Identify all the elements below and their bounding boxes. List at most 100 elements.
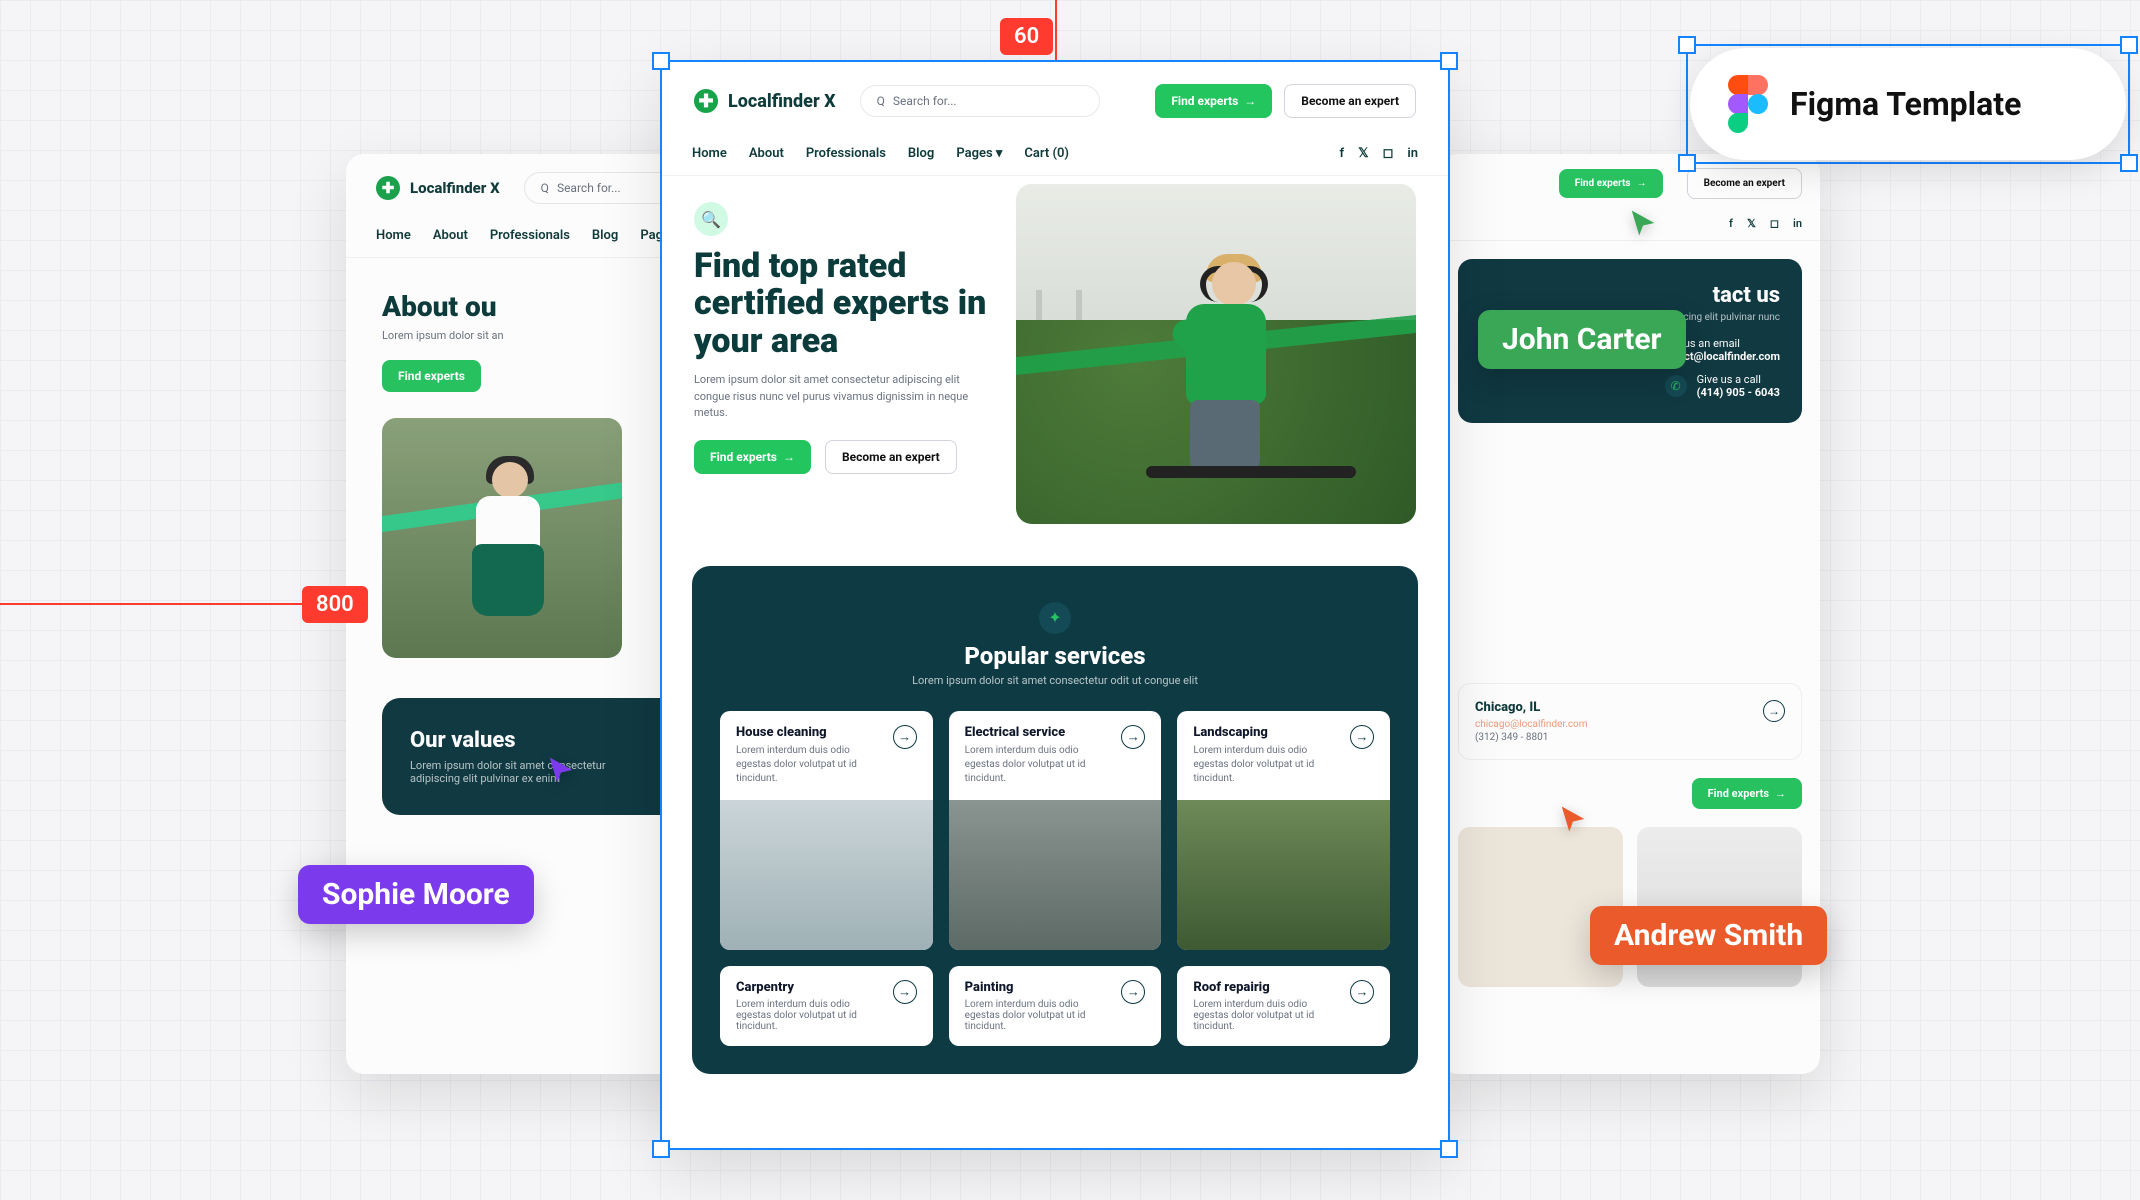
service-title: Painting (965, 980, 1112, 995)
service-card-painting[interactable]: Painting Lorem interdum duis odio egesta… (949, 966, 1162, 1046)
service-desc: Lorem interdum duis odio egestas dolor v… (736, 744, 883, 786)
figma-pill-label: Figma Template (1790, 85, 2021, 123)
arrow-right-icon[interactable]: → (1121, 725, 1145, 749)
arrow-right-icon: → (1637, 178, 1647, 189)
service-image (720, 800, 933, 950)
service-desc: Lorem interdum duis odio egestas dolor v… (736, 999, 883, 1032)
arrow-right-icon[interactable]: → (1350, 725, 1374, 749)
arrow-right-icon[interactable]: → (893, 980, 917, 1004)
location-phone: (312) 349 - 8801 (1475, 732, 1588, 743)
service-desc: Lorem interdum duis odio egestas dolor v… (965, 744, 1112, 786)
instagram-icon[interactable]: ◻ (1770, 217, 1779, 230)
arrow-right-icon: → (1775, 787, 1786, 800)
nav-home[interactable]: Home (376, 228, 411, 243)
twitter-icon[interactable]: 𝕏 (1358, 146, 1368, 161)
linkedin-icon[interactable]: in (1407, 146, 1418, 161)
measurement-badge-top: 60 (1000, 18, 1053, 55)
nav-pages[interactable]: Pages ▾ (956, 146, 1002, 161)
collaborator-cursor-sophie: Sophie Moore (298, 835, 534, 924)
collaborator-label: Andrew Smith (1590, 906, 1827, 965)
become-expert-button[interactable]: Become an expert (1687, 168, 1802, 199)
nav-home[interactable]: Home (692, 146, 727, 161)
location-card[interactable]: Chicago, IL chicago@localfinder.com (312… (1458, 683, 1802, 760)
arrow-right-icon: → (1244, 94, 1256, 108)
service-title: Carpentry (736, 980, 883, 995)
nav-professionals[interactable]: Professionals (490, 228, 570, 243)
brand-text: Localfinder X (728, 91, 836, 112)
brand[interactable]: ✚ Localfinder X (376, 176, 500, 200)
nav-blog[interactable]: Blog (592, 228, 618, 243)
service-card-house-cleaning[interactable]: House cleaning Lorem interdum duis odio … (720, 711, 933, 950)
arrow-right-icon[interactable]: → (893, 725, 917, 749)
measurement-line-top (1055, 0, 1057, 60)
become-expert-button[interactable]: Become an expert (825, 440, 957, 474)
services-title: Popular services (720, 642, 1390, 670)
figma-logo-icon (1728, 75, 1768, 133)
chevrondown-icon: ▾ (996, 146, 1003, 161)
nav-cart[interactable]: Cart (0) (1024, 146, 1069, 161)
search-placeholder: Search for... (893, 94, 957, 108)
find-experts-button[interactable]: Find experts→ (1559, 169, 1663, 198)
linkedin-icon[interactable]: in (1793, 217, 1802, 230)
service-card-roof-repair[interactable]: Roof repairig Lorem interdum duis odio e… (1177, 966, 1390, 1046)
arrow-right-icon[interactable]: → (1121, 980, 1145, 1004)
figma-template-pill[interactable]: Figma Template (1690, 48, 2126, 160)
nav-blog[interactable]: Blog (908, 146, 934, 161)
about-hero-image (382, 418, 622, 658)
phone-label: Give us a call (1697, 373, 1780, 386)
facebook-icon[interactable]: f (1729, 217, 1733, 230)
arrow-right-icon: → (783, 450, 795, 464)
become-expert-button[interactable]: Become an expert (1284, 84, 1416, 118)
arrow-right-icon[interactable]: → (1763, 700, 1785, 722)
location-email: chicago@localfinder.com (1475, 719, 1588, 730)
artboard-home[interactable]: ✚ Localfinder X Q Search for... Find exp… (662, 62, 1448, 1148)
measurement-badge-left: 800 (302, 586, 368, 623)
collaborator-cursor-john: John Carter (1478, 280, 1686, 369)
service-card-electrical[interactable]: Electrical service Lorem interdum duis o… (949, 711, 1162, 950)
brand-icon: ✚ (694, 89, 718, 113)
phone-icon: ✆ (1665, 375, 1687, 397)
service-title: Roof repairig (1193, 980, 1340, 995)
instagram-icon[interactable]: ◻ (1383, 146, 1394, 161)
search-badge-icon: 🔍 (694, 202, 728, 236)
brand-text: Localfinder X (410, 179, 500, 197)
hero-title: Find top rated certified experts in your… (694, 248, 1014, 360)
hero-subtitle: Lorem ipsum dolor sit amet consectetur a… (694, 372, 994, 422)
location-title: Chicago, IL (1475, 700, 1588, 715)
nav-row: Home About Professionals Blog Pages ▾ Ca… (662, 140, 1448, 176)
search-prefix-icon: Q (541, 181, 549, 195)
collaborator-label: Sophie Moore (298, 865, 534, 924)
social-icons: f 𝕏 ◻ in (1729, 217, 1802, 230)
service-card-landscaping[interactable]: Landscaping Lorem interdum duis odio ege… (1177, 711, 1390, 950)
twitter-icon[interactable]: 𝕏 (1747, 217, 1756, 230)
find-experts-button[interactable]: Find experts→ (694, 440, 811, 474)
service-desc: Lorem interdum duis odio egestas dolor v… (1193, 744, 1340, 786)
service-title: House cleaning (736, 725, 883, 740)
nav-about[interactable]: About (749, 146, 784, 161)
services-subtitle: Lorem ipsum dolor sit amet consectetur o… (720, 674, 1390, 687)
arrow-right-icon[interactable]: → (1350, 980, 1374, 1004)
facebook-icon[interactable]: f (1339, 146, 1344, 161)
service-image (1177, 800, 1390, 950)
nav-about[interactable]: About (433, 228, 468, 243)
find-experts-button[interactable]: Find experts (382, 360, 481, 392)
services-band: ✦ Popular services Lorem ipsum dolor sit… (692, 566, 1418, 1074)
service-card-carpentry[interactable]: Carpentry Lorem interdum duis odio egest… (720, 966, 933, 1046)
collaborator-cursor-andrew: Andrew Smith (1590, 876, 1827, 965)
search-placeholder: Search for... (557, 181, 621, 195)
hero-image (1016, 184, 1416, 524)
search-input[interactable]: Q Search for... (860, 85, 1100, 117)
phone-value[interactable]: (414) 905 - 6043 (1697, 386, 1780, 399)
service-image (949, 800, 1162, 950)
measurement-line-left (0, 603, 310, 605)
nav-professionals[interactable]: Professionals (806, 146, 886, 161)
search-prefix-icon: Q (877, 94, 885, 108)
social-icons: f 𝕏 ◻ in (1339, 146, 1418, 161)
star-icon: ✦ (1039, 602, 1071, 634)
find-experts-button[interactable]: Find experts→ (1155, 84, 1272, 118)
collaborator-label: John Carter (1478, 310, 1686, 369)
service-desc: Lorem interdum duis odio egestas dolor v… (1193, 999, 1340, 1032)
brand[interactable]: ✚ Localfinder X (694, 89, 836, 113)
find-experts-button[interactable]: Find experts→ (1692, 778, 1802, 809)
brand-icon: ✚ (376, 176, 400, 200)
